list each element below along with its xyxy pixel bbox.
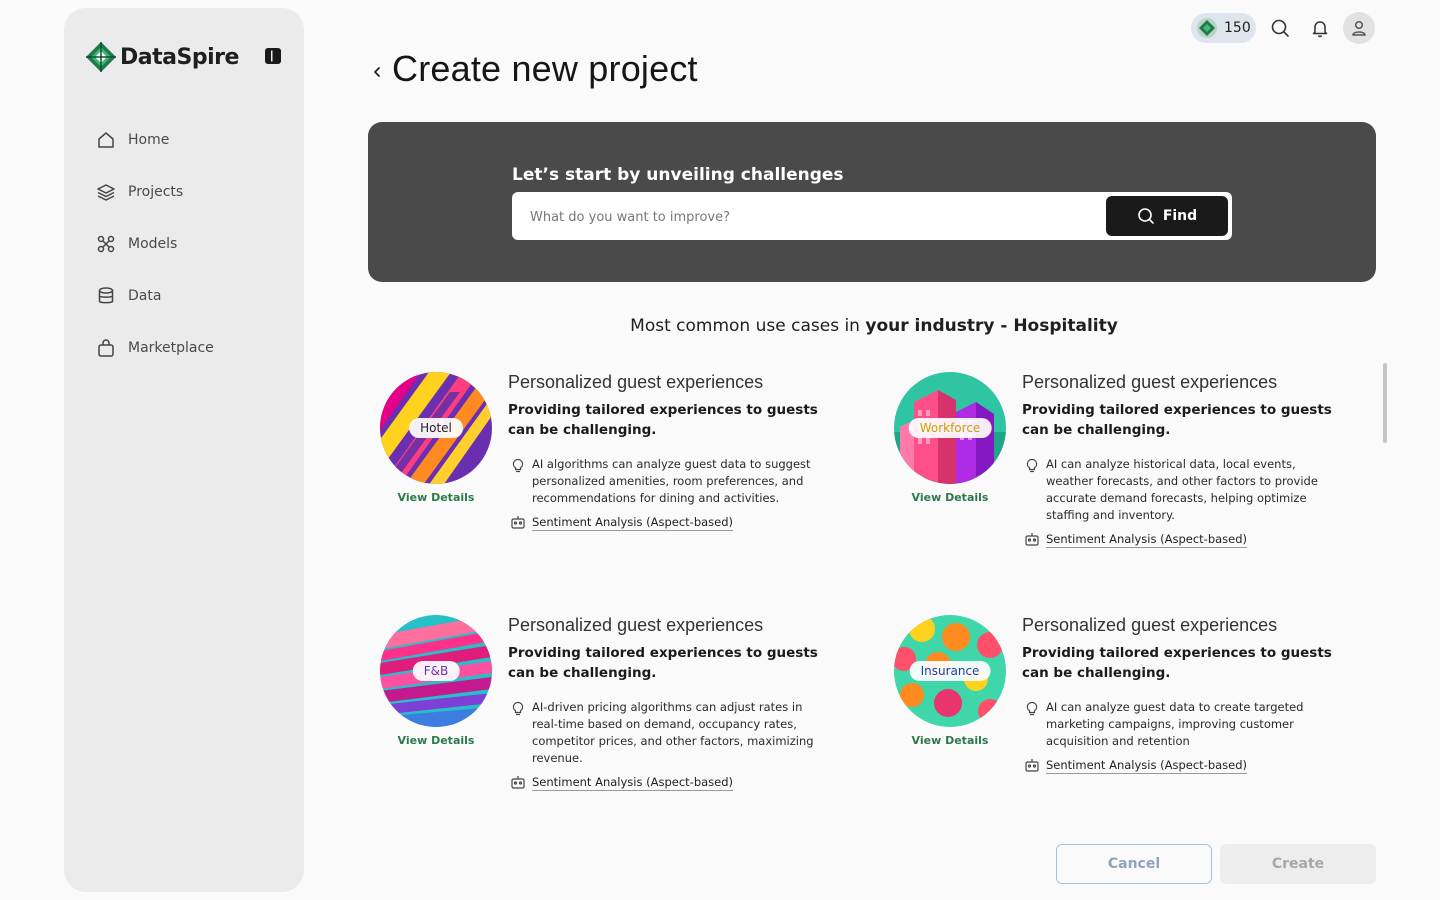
sidebar-toggle-icon[interactable]	[264, 47, 282, 65]
use-case-subtitle: Providing tailored experiences to guests…	[508, 645, 818, 681]
use-case-tag: Workforce	[908, 418, 992, 438]
use-case-tag: Insurance	[909, 661, 991, 681]
lightbulb-icon	[512, 458, 524, 473]
sidebar-item-home[interactable]: Home	[96, 114, 214, 166]
models-icon	[97, 235, 115, 253]
use-case-description: AI can analyze guest data to create targ…	[1046, 700, 1304, 748]
robot-icon	[1025, 759, 1039, 772]
challenge-search-panel: Let’s start by unveiling challenges Find	[368, 122, 1376, 282]
view-details-link[interactable]: View Details	[368, 491, 504, 504]
dataspire-logo-icon	[86, 42, 116, 72]
sidebar-item-label: Models	[128, 236, 178, 252]
use-case-image[interactable]: F&B	[380, 615, 492, 727]
scrollbar[interactable]	[1383, 363, 1387, 443]
sidebar-item-data[interactable]: Data	[96, 270, 214, 322]
industry-heading-emphasis: your industry - Hospitality	[865, 316, 1118, 336]
shopping-bag-icon	[98, 339, 114, 357]
use-case-tag: Hotel	[409, 418, 463, 438]
industry-heading: Most common use cases in your industry -…	[368, 316, 1380, 336]
use-case-title: Personalized guest experiences	[1022, 615, 1278, 635]
search-icon[interactable]	[1270, 18, 1290, 38]
user-icon	[1352, 20, 1366, 36]
logo[interactable]: DataSpire	[84, 40, 239, 74]
use-case-description: AI can analyze historical data, local ev…	[1046, 457, 1318, 522]
model-link[interactable]: Sentiment Analysis (Aspect-based)	[532, 775, 733, 789]
robot-icon	[511, 776, 525, 789]
credits-badge[interactable]: 150	[1191, 13, 1256, 43]
hero-title: Let’s start by unveiling challenges	[512, 165, 844, 185]
use-case-subtitle: Providing tailored experiences to guests…	[1022, 402, 1332, 438]
credits-count: 150	[1224, 20, 1251, 36]
database-icon	[98, 287, 114, 304]
home-icon	[98, 132, 114, 148]
model-link[interactable]: Sentiment Analysis (Aspect-based)	[1046, 532, 1247, 546]
robot-icon	[511, 516, 525, 529]
sidebar-item-label: Home	[128, 132, 170, 148]
create-button[interactable]: Create	[1220, 844, 1376, 884]
credits-icon	[1197, 18, 1217, 38]
view-details-link[interactable]: View Details	[882, 491, 1018, 504]
lightbulb-icon	[512, 701, 524, 716]
use-case-description: AI algorithms can analyze guest data to …	[532, 457, 811, 505]
view-details-link[interactable]: View Details	[368, 734, 504, 747]
back-chevron-icon[interactable]	[370, 60, 384, 84]
view-details-link[interactable]: View Details	[882, 734, 1018, 747]
sidebar: DataSpire Home Projects Models Data Mark…	[64, 8, 304, 892]
layers-icon	[97, 184, 115, 201]
sidebar-item-projects[interactable]: Projects	[96, 166, 214, 218]
use-case-title: Personalized guest experiences	[1022, 372, 1278, 392]
model-link[interactable]: Sentiment Analysis (Aspect-based)	[1046, 758, 1247, 772]
sidebar-item-label: Projects	[128, 184, 184, 200]
sidebar-item-label: Marketplace	[128, 340, 214, 356]
use-case-title: Personalized guest experiences	[508, 372, 764, 392]
industry-heading-prefix: Most common use cases in	[630, 316, 866, 336]
use-case-tag: F&B	[412, 661, 460, 681]
page-title: Create new project	[392, 48, 698, 89]
use-case-subtitle: Providing tailored experiences to guests…	[1022, 645, 1332, 681]
use-case-title: Personalized guest experiences	[508, 615, 764, 635]
sidebar-nav: Home Projects Models Data Marketplace	[96, 114, 214, 374]
app-name: DataSpire	[120, 44, 239, 70]
bell-icon[interactable]	[1310, 18, 1330, 38]
cancel-button[interactable]: Cancel	[1056, 844, 1212, 884]
find-button[interactable]: Find	[1106, 196, 1228, 236]
challenge-search-input[interactable]	[528, 192, 1092, 242]
robot-icon	[1025, 533, 1039, 546]
lightbulb-icon	[1026, 458, 1038, 473]
avatar[interactable]	[1343, 12, 1375, 44]
use-case-image[interactable]: Hotel	[380, 372, 492, 484]
use-case-description: AI-driven pricing algorithms can adjust …	[532, 700, 814, 765]
sidebar-item-marketplace[interactable]: Marketplace	[96, 322, 214, 374]
search-icon	[1138, 208, 1154, 224]
sidebar-item-label: Data	[128, 288, 162, 304]
model-link[interactable]: Sentiment Analysis (Aspect-based)	[532, 515, 733, 529]
sidebar-item-models[interactable]: Models	[96, 218, 214, 270]
lightbulb-icon	[1026, 701, 1038, 716]
search-box: Find	[512, 192, 1232, 242]
use-case-subtitle: Providing tailored experiences to guests…	[508, 402, 818, 438]
use-case-image[interactable]: Insurance	[894, 615, 1006, 727]
find-button-label: Find	[1162, 208, 1198, 224]
use-case-image[interactable]: Workforce	[894, 372, 1006, 484]
